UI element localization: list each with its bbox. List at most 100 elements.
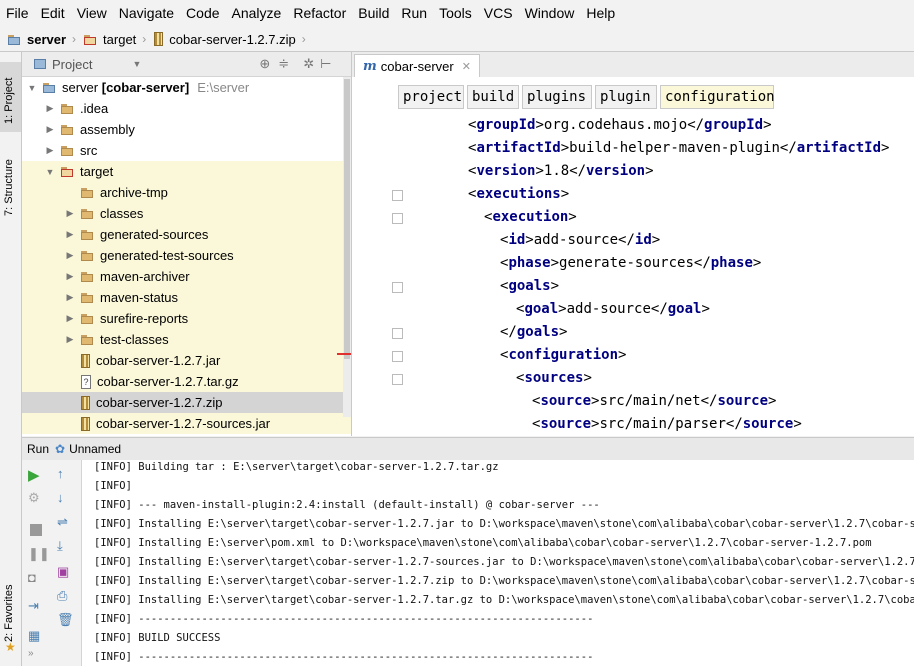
tree-item[interactable]: ▶ generated-sources — [22, 224, 351, 245]
tree-item[interactable]: archive-tmp — [22, 182, 351, 203]
tree-item[interactable]: ? cobar-server-1.2.7.tar.gz — [22, 371, 351, 392]
folder-icon — [81, 229, 95, 240]
export-icon[interactable]: ▣ — [57, 564, 73, 580]
menu-code[interactable]: Code — [180, 0, 225, 27]
print-icon[interactable]: ⎙ — [57, 588, 73, 604]
debug-icon[interactable]: ⚙ — [28, 490, 44, 506]
gear-icon[interactable]: ✲ — [303, 56, 314, 72]
chevron-right-icon[interactable]: ▶ — [44, 124, 56, 135]
nav-crumb-zip[interactable]: cobar-server-1.2.7.zip › — [146, 32, 306, 47]
locate-icon[interactable]: ⊕ — [259, 56, 270, 72]
menu-build[interactable]: Build — [352, 0, 395, 27]
chevron-down-icon[interactable]: ▼ — [44, 167, 56, 177]
tree-item[interactable]: cobar-server-1.2.7.jar — [22, 350, 351, 371]
structure-tool-tab[interactable]: 7: Structure — [0, 144, 21, 224]
tree-item[interactable]: cobar-server-1.2.7.zip — [22, 392, 351, 413]
menu-analyze[interactable]: Analyze — [226, 0, 288, 27]
tree-root[interactable]: ▼ server [cobar-server] E:\server — [22, 77, 351, 98]
tree-item[interactable]: ▶ assembly — [22, 119, 351, 140]
tree-item-label: cobar-server-1.2.7.tar.gz — [97, 374, 239, 389]
rerun-icon[interactable]: ▶ — [28, 466, 44, 484]
soft-wrap-icon[interactable]: ⇌ — [57, 514, 73, 530]
tree-item[interactable]: ▶ maven-archiver — [22, 266, 351, 287]
nav-crumb-server[interactable]: server › — [0, 32, 76, 47]
xml-tag: phase — [710, 255, 753, 271]
dropdown-arrow-icon[interactable]: ▼ — [132, 59, 141, 69]
run-tab[interactable]: Run — [27, 442, 49, 456]
chevron-right-icon[interactable]: ▶ — [44, 103, 56, 114]
xml-crumb-plugin[interactable]: plugin — [595, 85, 657, 109]
folder-icon — [81, 208, 95, 219]
arrow-up-icon[interactable]: ↑ — [57, 466, 73, 482]
xml-crumb-build[interactable]: build — [467, 85, 519, 109]
collapse-all-icon[interactable]: ≑ — [278, 56, 289, 72]
arrow-down-icon[interactable]: ↓ — [57, 490, 73, 506]
tree-item[interactable]: ▶ src — [22, 140, 351, 161]
tree-item[interactable]: ▼ target — [22, 161, 351, 182]
menu-help[interactable]: Help — [580, 0, 621, 27]
menu-view[interactable]: View — [71, 0, 113, 27]
scroll-to-end-icon[interactable]: ⤓ — [57, 538, 73, 554]
editor-tab-cobar-server[interactable]: m cobar-server ✕ — [354, 54, 480, 77]
project-panel: Project ▼ ⊕ ≑ ✲ ⊢ ▼ server [cobar-server… — [22, 52, 352, 436]
fold-marker-icon[interactable] — [392, 213, 403, 224]
code-view[interactable]: <groupId>org.codehaus.mojo</groupId> <art… — [404, 112, 914, 436]
xml-tag: id — [508, 232, 526, 248]
xml-crumb-configuration[interactable]: configuration — [660, 85, 775, 109]
chevron-right-icon[interactable]: ▶ — [64, 208, 76, 219]
menu-vcs[interactable]: VCS — [478, 0, 519, 27]
menu-navigate[interactable]: Navigate — [113, 0, 180, 27]
menu-window[interactable]: Window — [519, 0, 581, 27]
trash-icon[interactable]: 🗑 — [57, 612, 74, 628]
chevron-right-icon[interactable]: ▶ — [64, 292, 76, 303]
chevron-right-icon[interactable]: ▶ — [64, 229, 76, 240]
layout-icon[interactable]: ▦ — [28, 628, 44, 644]
camera-icon[interactable]: ◘ — [28, 570, 44, 586]
tree-item[interactable]: ▶ classes — [22, 203, 351, 224]
fold-marker-icon[interactable] — [392, 282, 403, 293]
menu-refactor[interactable]: Refactor — [287, 0, 352, 27]
menu-edit[interactable]: Edit — [35, 0, 71, 27]
hide-panel-icon[interactable]: ⊢ — [320, 56, 331, 72]
console-line: [INFO] Installing E:\server\target\cobar… — [94, 575, 914, 587]
tree-item[interactable]: ▶ maven-status — [22, 287, 351, 308]
xml-tag: execution — [492, 209, 569, 225]
stop-icon[interactable] — [28, 522, 44, 538]
tree-item[interactable]: ▶ generated-test-sources — [22, 245, 351, 266]
fold-marker-icon[interactable] — [392, 328, 403, 339]
xml-tag: groupId — [704, 117, 764, 133]
xml-tag: goals — [508, 278, 551, 294]
tree-item[interactable]: ▶ .idea — [22, 98, 351, 119]
more-icon[interactable]: » — [28, 648, 44, 664]
close-icon[interactable]: ✕ — [462, 60, 471, 73]
chevron-right-icon[interactable]: ▶ — [64, 250, 76, 261]
menu-tools[interactable]: Tools — [433, 0, 478, 27]
xml-tag: source — [742, 416, 794, 432]
console-output[interactable]: [INFO] Building tar : E:\server\target\c… — [82, 460, 914, 666]
login-icon[interactable]: ⇥ — [28, 598, 44, 614]
tree-item-label: .idea — [80, 101, 109, 116]
unknown-file-icon: ? — [81, 374, 91, 389]
fold-marker-icon[interactable] — [392, 351, 403, 362]
chevron-right-icon[interactable]: ▶ — [64, 313, 76, 324]
chevron-right-icon[interactable]: ▶ — [44, 145, 56, 156]
nav-crumb-target[interactable]: target › — [76, 32, 146, 47]
xml-crumb-plugins[interactable]: plugins — [522, 85, 592, 109]
menu-run[interactable]: Run — [395, 0, 433, 27]
project-tool-tab[interactable]: 1: Project — [0, 62, 21, 132]
tree-item[interactable]: cobar-server-1.2.7-sources.jar — [22, 413, 351, 434]
tree-item[interactable]: ▶ test-classes — [22, 329, 351, 350]
chevron-right-icon[interactable]: ▶ — [64, 271, 76, 282]
code-line: <source>src/main/net</source> — [532, 393, 777, 409]
pause-icon[interactable]: ❚❚ — [28, 546, 50, 562]
xml-crumb-project[interactable]: project — [398, 85, 464, 109]
fold-marker-icon[interactable] — [392, 190, 403, 201]
menu-file[interactable]: File — [0, 0, 35, 27]
tree-scrollbar[interactable] — [343, 77, 351, 417]
chevron-right-icon[interactable]: ▶ — [64, 334, 76, 345]
fold-marker-icon[interactable] — [392, 374, 403, 385]
tree-item[interactable]: ▶ surefire-reports — [22, 308, 351, 329]
folder-icon — [81, 292, 95, 303]
project-view-selector[interactable]: Project — [52, 57, 92, 72]
chevron-down-icon[interactable]: ▼ — [26, 83, 38, 93]
